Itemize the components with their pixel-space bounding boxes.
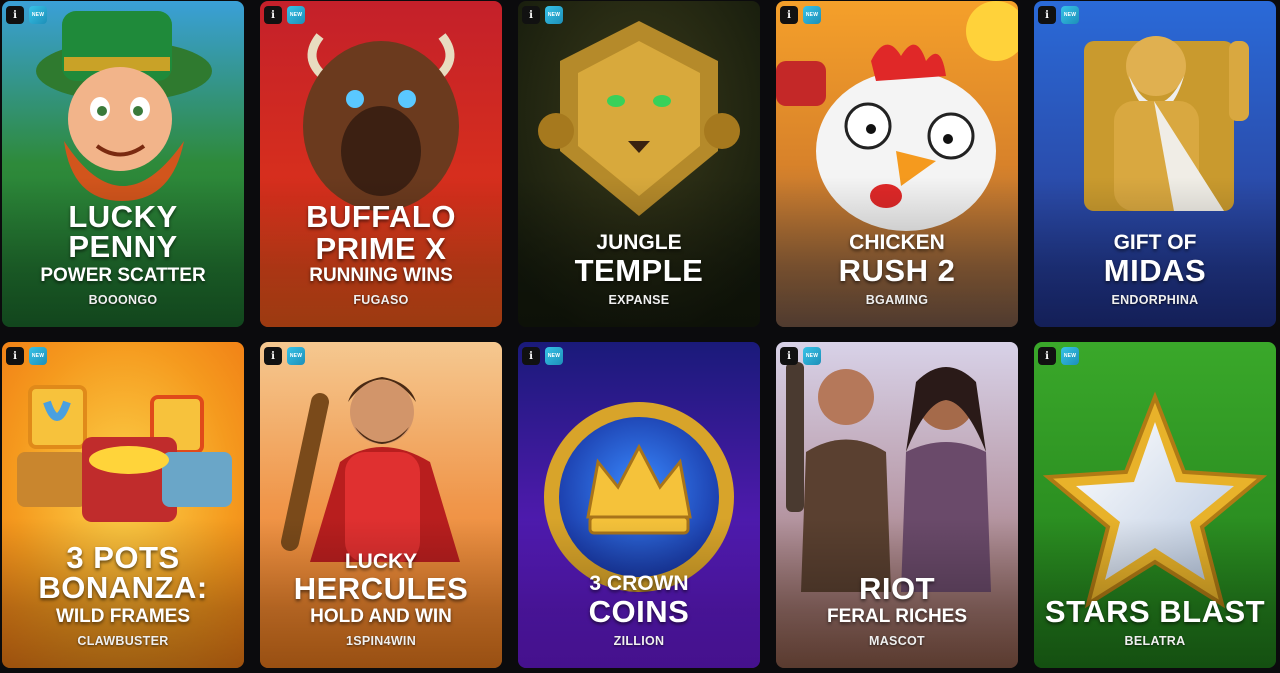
game-card-gift-of-midas[interactable]: i NEW GIFT OF MIDAS ENDORPHINA	[1034, 1, 1276, 327]
game-provider: FUGASO	[353, 293, 409, 307]
game-title-line: MIDAS	[1103, 253, 1207, 288]
game-provider: ZILLION	[613, 634, 665, 648]
new-badge: NEW	[287, 6, 305, 24]
game-subtitle: WILD FRAMES	[55, 606, 191, 627]
game-subtitle: POWER SCATTER	[40, 265, 206, 286]
game-grid: i NEW LUCKY PENNY POWER SCATTER BOOONGO …	[0, 0, 1280, 673]
info-icon[interactable]: i	[780, 6, 798, 24]
new-badge: NEW	[803, 347, 821, 365]
new-badge: NEW	[1061, 6, 1079, 24]
game-title-line: COINS	[588, 594, 690, 629]
info-icon[interactable]: i	[264, 347, 282, 365]
game-card-riot-feral-riches[interactable]: i NEW RIOT FERAL RICHES MASCOT	[776, 342, 1018, 668]
game-title-line: BUFFALO	[306, 199, 456, 234]
game-provider: BGAMING	[865, 293, 929, 307]
new-badge: NEW	[29, 347, 47, 365]
game-card-3-crown-coins[interactable]: i NEW 3 CROWN COINS ZILLION	[518, 342, 760, 668]
game-card-lucky-hercules[interactable]: i NEW LUCKY HERCULES HOLD AND WIN 1SPIN4…	[260, 342, 502, 668]
new-badge: NEW	[287, 347, 305, 365]
game-title-line: RIOT	[858, 571, 936, 606]
game-title-line: CHICKEN	[849, 231, 945, 254]
game-title-line: LUCKY	[344, 550, 418, 573]
info-icon[interactable]: i	[6, 347, 24, 365]
game-provider: EXPANSE	[608, 293, 670, 307]
game-provider: ENDORPHINA	[1111, 293, 1199, 307]
game-subtitle: RUNNING WINS	[309, 265, 453, 286]
game-subtitle: HOLD AND WIN	[310, 606, 452, 627]
game-provider: BOOONGO	[88, 293, 158, 307]
game-card-chicken-rush-2[interactable]: i NEW CHICKEN RUSH 2 BGAMING	[776, 1, 1018, 327]
game-title-line: BONANZA:	[38, 570, 208, 605]
info-icon[interactable]: i	[780, 347, 798, 365]
new-badge: NEW	[545, 347, 563, 365]
game-title-line: STARS BLAST	[1044, 594, 1266, 629]
game-subtitle: FERAL RICHES	[826, 606, 968, 627]
game-card-buffalo-prime-x[interactable]: i NEW BUFFALO PRIME X RUNNING WINS FUGAS…	[260, 1, 502, 327]
info-icon[interactable]: i	[1038, 347, 1056, 365]
game-provider: BELATRA	[1124, 634, 1186, 648]
game-card-3-pots-bonanza[interactable]: i NEW 3 POTS BONANZA: WILD FRAMES CLAWBU…	[2, 342, 244, 668]
game-card-jungle-temple[interactable]: i NEW JUNGLE TEMPLE EXPANSE	[518, 1, 760, 327]
game-title-line: 3 POTS	[66, 540, 180, 575]
game-title-line: HERCULES	[293, 571, 469, 606]
game-title-line: JUNGLE	[596, 231, 682, 254]
game-title-line: 3 CROWN	[589, 572, 689, 595]
game-provider: CLAWBUSTER	[77, 634, 169, 648]
game-card-lucky-penny[interactable]: i NEW LUCKY PENNY POWER SCATTER BOOONGO	[2, 1, 244, 327]
new-badge: NEW	[29, 6, 47, 24]
info-icon[interactable]: i	[1038, 6, 1056, 24]
new-badge: NEW	[1061, 347, 1079, 365]
new-badge: NEW	[545, 6, 563, 24]
game-title-line: RUSH 2	[838, 253, 956, 288]
game-card-stars-blast[interactable]: i NEW STARS BLAST BELATRA	[1034, 342, 1276, 668]
info-icon[interactable]: i	[264, 6, 282, 24]
info-icon[interactable]: i	[522, 6, 540, 24]
info-icon[interactable]: i	[6, 6, 24, 24]
game-title-line: TEMPLE	[574, 253, 704, 288]
new-badge: NEW	[803, 6, 821, 24]
game-provider: MASCOT	[869, 634, 925, 648]
game-title-line: PRIME X	[315, 231, 447, 266]
info-icon[interactable]: i	[522, 347, 540, 365]
game-title-line: GIFT OF	[1113, 231, 1197, 254]
game-provider: 1SPIN4WIN	[345, 634, 417, 648]
game-title-line: LUCKY	[68, 199, 178, 234]
game-title-line: PENNY	[68, 229, 178, 264]
